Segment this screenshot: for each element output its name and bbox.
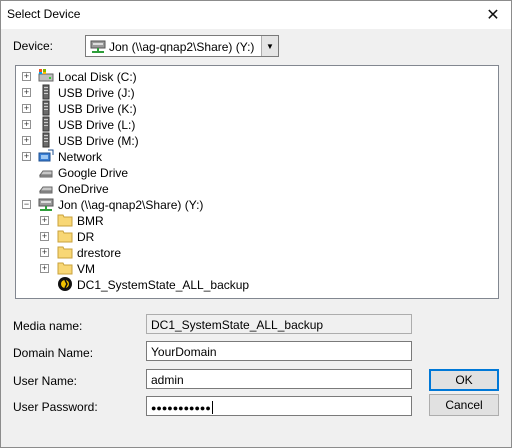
title-bar: Select Device ✕ [1,1,511,29]
device-dropdown[interactable]: Jon (\\ag-qnap2\Share) (Y:) ▼ [85,35,279,57]
close-button[interactable]: ✕ [479,2,507,28]
tree-expander-icon[interactable]: + [22,136,31,145]
tree-item-label[interactable]: DC1_SystemState_ALL_backup [77,278,249,292]
media-name-field: DC1_SystemState_ALL_backup [146,314,412,334]
chevron-down-icon: ▼ [266,41,274,51]
tree-expander-icon[interactable]: + [22,120,31,129]
user-name-field[interactable]: admin [146,369,412,389]
tree-item-label[interactable]: drestore [77,246,121,260]
domain-name-field[interactable]: YourDomain [146,341,412,361]
network-drive-icon [38,196,54,212]
tree-expander-icon[interactable]: − [22,200,31,209]
ok-button[interactable]: OK [429,369,499,391]
tree-expander-icon[interactable]: + [22,88,31,97]
device-selected-value: Jon (\\ag-qnap2\Share) (Y:) [109,40,255,54]
tree-item-label[interactable]: USB Drive (L:) [58,118,135,132]
tree-expander-icon[interactable]: + [40,232,49,241]
device-dropdown-button[interactable]: ▼ [261,36,278,56]
folder-icon [57,212,73,228]
tree-expander-icon[interactable]: + [40,248,49,257]
tree-expander-icon[interactable]: + [22,72,31,81]
local-disk-icon [38,68,54,84]
tree-expander-icon[interactable]: + [22,152,31,161]
folder-icon [57,228,73,244]
tree-item-label[interactable]: USB Drive (K:) [58,102,137,116]
folder-icon [57,244,73,260]
tree-item-label[interactable]: Local Disk (C:) [58,70,137,84]
text-caret [211,401,213,415]
folder-icon [57,260,73,276]
cancel-button[interactable]: Cancel [429,394,499,416]
window-title: Select Device [7,7,81,21]
tree-item-label[interactable]: USB Drive (J:) [58,86,135,100]
cloud-drive-icon [38,164,54,180]
usb-drive-icon [38,84,54,100]
media-name-label: Media name: [13,319,83,333]
password-dots: ●●●●●●●●●●● [151,403,211,413]
tree-item-label[interactable]: Jon (\\ag-qnap2\Share) (Y:) [58,198,203,212]
backup-icon [57,276,73,292]
cloud-drive-icon [38,180,54,196]
network-icon [38,148,54,164]
user-name-label: User Name: [13,374,78,388]
user-password-label: User Password: [13,400,98,414]
close-icon: ✕ [486,7,500,24]
usb-drive-icon [38,132,54,148]
tree-expander-icon[interactable]: + [40,216,49,225]
tree-item-label[interactable]: DR [77,230,94,244]
tree-expander-icon[interactable]: + [22,104,31,113]
usb-drive-icon [38,100,54,116]
tree-item-label[interactable]: VM [77,262,95,276]
domain-name-label: Domain Name: [13,346,94,360]
tree-item-label[interactable]: Network [58,150,102,164]
user-password-field[interactable]: ●●●●●●●●●●● [146,396,412,416]
tree-item-label[interactable]: USB Drive (M:) [58,134,139,148]
usb-drive-icon [38,116,54,132]
tree-expander-icon[interactable]: + [40,264,49,273]
tree-item-label[interactable]: OneDrive [58,182,109,196]
select-device-dialog: Select Device ✕ Device: Jon (\\ag-qnap2\… [0,0,512,448]
device-label: Device: [13,39,54,53]
tree-item-label[interactable]: Google Drive [58,166,128,180]
tree-item-label[interactable]: BMR [77,214,104,228]
device-tree[interactable]: + Local Disk (C:) + USB Drive (J:) + USB Driv… [15,65,499,299]
network-drive-icon [90,40,106,53]
